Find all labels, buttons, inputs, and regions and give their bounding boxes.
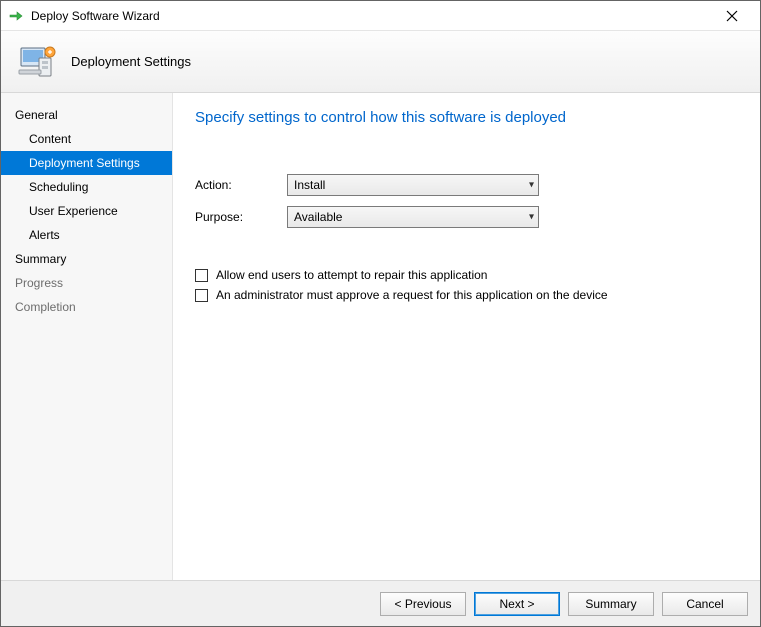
purpose-select[interactable]: Available ▾ xyxy=(287,206,539,228)
sidebar-item-label: Summary xyxy=(15,252,66,266)
page-heading: Specify settings to control how this sof… xyxy=(195,109,738,126)
sidebar-item-label: Progress xyxy=(15,276,63,290)
sidebar-item-label: Deployment Settings xyxy=(29,156,140,170)
titlebar: Deploy Software Wizard xyxy=(1,1,760,31)
checkbox-group: Allow end users to attempt to repair thi… xyxy=(195,268,738,302)
purpose-row: Purpose: Available ▾ xyxy=(195,206,738,228)
sidebar-item-progress: Progress xyxy=(1,271,172,295)
button-label: Next > xyxy=(499,597,534,611)
sidebar-item-general[interactable]: General xyxy=(1,103,172,127)
action-row: Action: Install ▾ xyxy=(195,174,738,196)
action-select-value: Install xyxy=(294,178,325,192)
middle: General Content Deployment Settings Sche… xyxy=(1,93,760,580)
close-icon xyxy=(726,10,738,22)
cancel-button[interactable]: Cancel xyxy=(662,592,748,616)
action-select[interactable]: Install ▾ xyxy=(287,174,539,196)
summary-button[interactable]: Summary xyxy=(568,592,654,616)
sidebar-item-label: User Experience xyxy=(29,204,118,218)
button-label: Summary xyxy=(585,597,636,611)
sidebar-item-alerts[interactable]: Alerts xyxy=(1,223,172,247)
arrow-right-icon xyxy=(7,7,25,25)
sidebar-item-label: Alerts xyxy=(29,228,60,242)
sidebar-item-deployment-settings[interactable]: Deployment Settings xyxy=(1,151,172,175)
chevron-down-icon: ▾ xyxy=(529,180,534,191)
sidebar-item-label: Content xyxy=(29,132,71,146)
content: Specify settings to control how this sof… xyxy=(173,93,760,580)
close-button[interactable] xyxy=(712,2,752,30)
approve-checkbox-label: An administrator must approve a request … xyxy=(216,288,608,302)
sidebar: General Content Deployment Settings Sche… xyxy=(1,93,173,580)
sidebar-item-label: General xyxy=(15,108,58,122)
checkbox-icon xyxy=(195,289,208,302)
window-title: Deploy Software Wizard xyxy=(31,9,160,23)
next-button[interactable]: Next > xyxy=(474,592,560,616)
button-label: < Previous xyxy=(394,597,451,611)
sidebar-item-summary[interactable]: Summary xyxy=(1,247,172,271)
header-title: Deployment Settings xyxy=(71,54,191,69)
sidebar-item-scheduling[interactable]: Scheduling xyxy=(1,175,172,199)
action-label: Action: xyxy=(195,178,287,192)
header: Deployment Settings xyxy=(1,31,760,93)
repair-checkbox-label: Allow end users to attempt to repair thi… xyxy=(216,268,487,282)
checkbox-icon xyxy=(195,269,208,282)
button-label: Cancel xyxy=(686,597,723,611)
approve-checkbox-row[interactable]: An administrator must approve a request … xyxy=(195,288,738,302)
previous-button[interactable]: < Previous xyxy=(380,592,466,616)
computer-deploy-icon xyxy=(13,38,61,86)
chevron-down-icon: ▾ xyxy=(529,212,534,223)
sidebar-item-label: Scheduling xyxy=(29,180,88,194)
sidebar-item-user-experience[interactable]: User Experience xyxy=(1,199,172,223)
sidebar-item-completion: Completion xyxy=(1,295,172,319)
purpose-select-value: Available xyxy=(294,210,342,224)
purpose-label: Purpose: xyxy=(195,210,287,224)
sidebar-item-label: Completion xyxy=(15,300,76,314)
footer: < Previous Next > Summary Cancel xyxy=(1,580,760,626)
sidebar-item-content[interactable]: Content xyxy=(1,127,172,151)
repair-checkbox-row[interactable]: Allow end users to attempt to repair thi… xyxy=(195,268,738,282)
